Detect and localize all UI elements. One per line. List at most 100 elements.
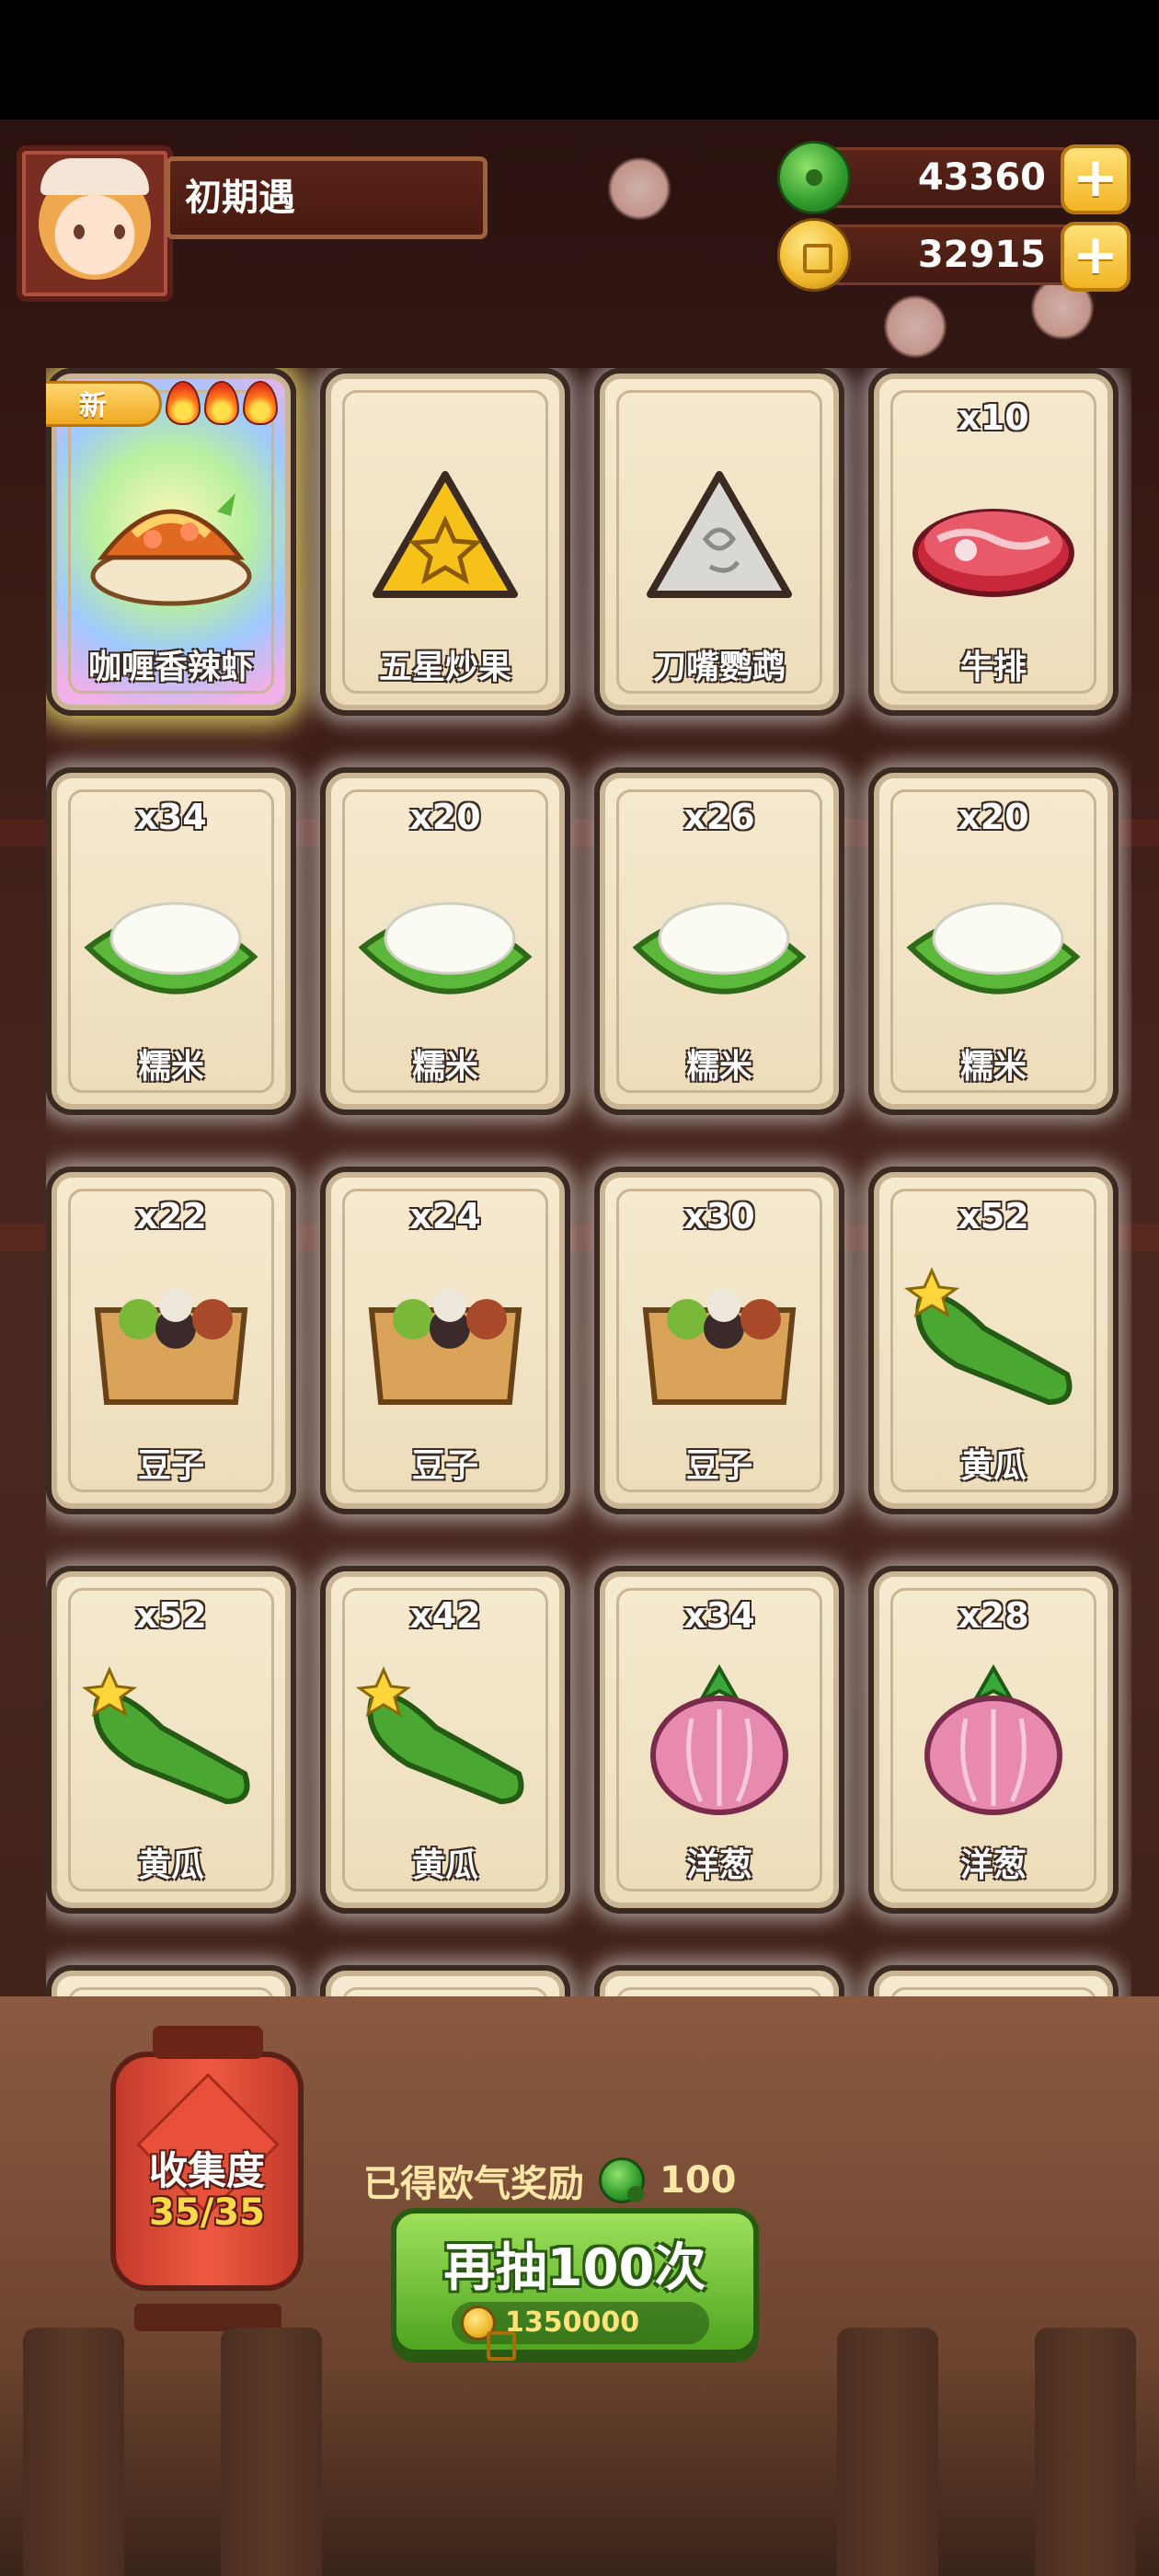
add-jade-button[interactable]: + [1061,144,1130,214]
fence-post [837,2328,938,2576]
card-onion[interactable]: x28 洋葱 [868,1566,1119,1914]
rice-icon [627,846,811,1021]
card-label: 豆子 [411,1447,478,1485]
card-cucumber[interactable]: x52 黄瓜 [868,1167,1119,1514]
player-name: 初期遇 [166,156,488,239]
card-label: 黄瓜 [137,1846,204,1884]
reward-label: 已得欧气奖励 [363,2163,584,2205]
blossom-decoration [607,156,671,221]
avatar-eye [74,224,85,239]
coin-currency: 32915 + [777,218,1130,292]
rice-icon [353,846,537,1021]
beans-icon [79,1246,263,1420]
card-label: 黄瓜 [959,1447,1027,1485]
card-label: 五星炒果 [378,649,511,686]
card-onion[interactable]: x34 洋葱 [594,1566,844,1914]
jade-currency: 43360 + [777,141,1130,214]
card-quantity: x34 [135,797,207,837]
card-label: 糯米 [685,1048,752,1086]
add-coin-button[interactable]: + [1061,222,1130,292]
card-quantity: x30 [683,1196,755,1236]
cucumber-icon [79,1645,263,1820]
card-quantity: x42 [409,1595,481,1636]
fence-post [23,2328,124,2576]
draw-button-label: 再抽100次 [443,2238,706,2298]
card-rice[interactable]: x26 糯米 [594,767,844,1115]
card-partial[interactable] [46,1965,296,1996]
card-label: 糯米 [959,1048,1027,1086]
card-label: 牛排 [959,649,1027,686]
beans-icon [627,1246,811,1420]
card-partial[interactable] [868,1965,1119,1996]
card-label: 洋葱 [959,1846,1027,1884]
jade-amount: 43360 [917,156,1046,199]
card-curry-shrimp[interactable]: 新 咖喱香辣虾 [46,368,296,716]
avatar-hat [40,158,149,195]
card-steak[interactable]: x10 牛排 [868,368,1119,716]
card-quantity: x34 [683,1595,755,1636]
avatar-eye [114,224,125,239]
card-label: 豆子 [685,1447,752,1485]
star-fruit-icon [353,447,537,622]
new-badge: 新 [46,381,162,427]
card-quantity: x20 [409,797,481,837]
card-cucumber[interactable]: x42 黄瓜 [320,1566,570,1914]
card-label: 糯米 [411,1048,478,1086]
parrot-stone-icon [627,447,811,622]
card-parrot-stone[interactable]: 刀嘴鹦鹉 [594,368,844,716]
card-quantity: x22 [135,1196,207,1236]
card-label: 豆子 [137,1447,204,1485]
card-quantity: x52 [135,1595,207,1636]
onion-icon [627,1645,811,1820]
reward-value: 100 [660,2159,737,2202]
card-quantity: x26 [683,797,755,837]
flame-icon [204,381,239,425]
draw-again-button[interactable]: 再抽100次 1350000 [391,2208,759,2361]
card-quantity: x52 [958,1196,1029,1236]
card-cucumber[interactable]: x52 黄瓜 [46,1566,296,1914]
card-label: 糯米 [137,1048,204,1086]
steak-icon [901,447,1085,622]
fence-post [1035,2328,1136,2576]
card-grid: 新 咖喱香辣虾 五星炒果 刀嘴鹦鹉 x10 牛排 x34 糯米 x20 糯米 x… [46,368,1131,1996]
flame-icon [243,381,278,425]
draw-cost-value: 1350000 [505,2306,640,2339]
curry-shrimp-icon [79,447,263,622]
card-label: 黄瓜 [411,1846,478,1884]
draw-footer: 收集度 35/35 已得欧气奖励 100 再抽100次 1350000 [0,1996,1159,2576]
cucumber-icon [353,1645,537,1820]
beans-icon [353,1246,537,1420]
cucumber-icon [901,1246,1085,1420]
card-beans[interactable]: x30 豆子 [594,1167,844,1514]
fence-post [221,2328,322,2576]
card-partial[interactable] [594,1965,844,1996]
rarity-flames [166,381,278,425]
card-partial[interactable] [320,1965,570,1996]
collection-title: 收集度 [148,2148,265,2193]
coin-icon [777,218,851,292]
card-star-fruit[interactable]: 五星炒果 [320,368,570,716]
onion-icon [901,1645,1085,1820]
card-label: 刀嘴鹦鹉 [652,649,786,686]
game-screen: 初期遇 43360 + 32915 + 新 咖喱香辣虾 五星炒果 刀嘴鹦鹉 x1… [0,120,1159,2576]
card-quantity: x10 [958,397,1029,438]
blossom-decoration [883,294,947,359]
rice-icon [901,846,1085,1021]
card-beans[interactable]: x24 豆子 [320,1167,570,1514]
collection-count: 35/35 [149,2191,265,2234]
draw-cost: 1350000 [452,2302,709,2361]
card-beans[interactable]: x22 豆子 [46,1167,296,1514]
card-label: 洋葱 [685,1846,752,1884]
jade-icon [777,141,851,214]
reward-row: 已得欧气奖励 100 [363,2153,737,2208]
card-rice[interactable]: x20 糯米 [868,767,1119,1115]
card-rice[interactable]: x20 糯米 [320,767,570,1115]
collection-lantern[interactable]: 收集度 35/35 [110,2026,304,2331]
card-quantity: x20 [958,797,1029,837]
jade-icon [599,2157,645,2203]
card-label: 咖喱香辣虾 [87,649,254,686]
coin-amount: 32915 [917,234,1046,276]
card-rice[interactable]: x34 糯米 [46,767,296,1115]
coin-icon [461,2306,516,2361]
player-avatar[interactable] [17,145,173,302]
